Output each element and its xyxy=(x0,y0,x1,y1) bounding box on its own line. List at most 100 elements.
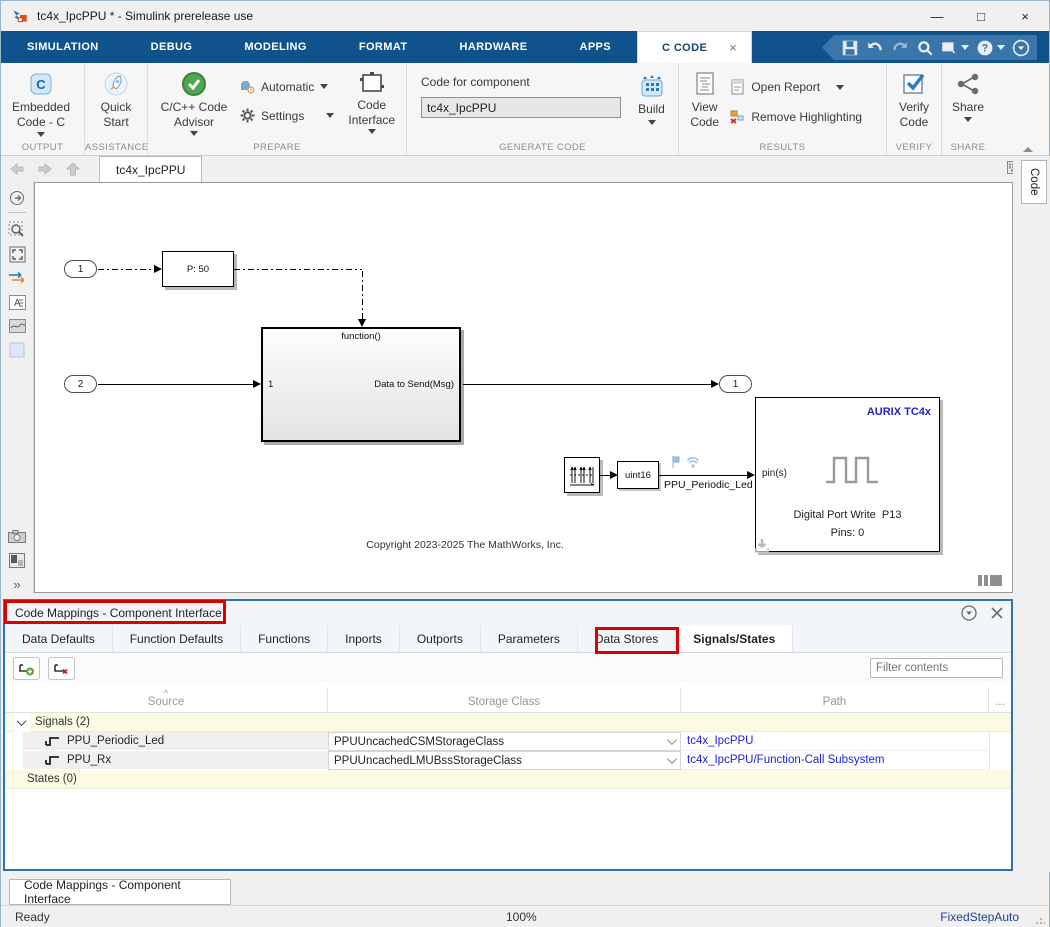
signal-name-label[interactable]: PPU_Periodic_Led xyxy=(664,479,753,491)
inport-2-block[interactable]: 2 xyxy=(64,375,97,393)
tab-debug[interactable]: DEBUG xyxy=(125,31,219,63)
code-mappings-dock-tab[interactable]: Code Mappings - Component Interface xyxy=(9,879,231,905)
source-cell[interactable]: PPU_Periodic_Led xyxy=(23,732,328,751)
toolstrip-collapse-icon[interactable] xyxy=(1012,39,1030,57)
area-icon[interactable] xyxy=(7,340,27,360)
component-name-field[interactable] xyxy=(421,97,621,118)
wire-arrowhead xyxy=(747,471,755,479)
tab-data-stores[interactable]: Data Stores xyxy=(578,625,676,652)
model-breadcrumb-tab[interactable]: tc4x_IpcPPU xyxy=(99,156,202,182)
states-group-row[interactable]: States (0) xyxy=(5,770,1011,789)
search-icon[interactable] xyxy=(916,39,934,57)
viewmarks-dropdown[interactable] xyxy=(940,39,969,57)
right-dock-strip: Code xyxy=(1013,156,1050,872)
embedded-code-button[interactable]: C Embedded Code - C xyxy=(5,67,77,139)
collapse-chevron-icon[interactable] xyxy=(12,713,30,732)
code-interface-label: Code Interface xyxy=(348,98,395,128)
forward-icon[interactable] xyxy=(33,159,57,179)
tab-modeling[interactable]: MODELING xyxy=(218,31,332,63)
tab-c-code[interactable]: C CODE × xyxy=(637,31,752,63)
open-report-dropdown[interactable]: Open Report xyxy=(726,77,882,97)
remove-highlighting-button[interactable]: Remove Highlighting xyxy=(726,107,882,126)
code-interface-button[interactable]: Code Interface xyxy=(341,67,402,139)
hide-browser-icon[interactable] xyxy=(7,188,27,208)
function-call-subsystem-block[interactable]: function() 1 Data to Send(Msg) xyxy=(261,327,461,442)
outport-1-block[interactable]: 1 xyxy=(719,375,752,393)
wire xyxy=(98,384,253,385)
share-label: Share xyxy=(952,100,984,115)
zoom-level: 100% xyxy=(506,910,537,924)
column-header-storage-class[interactable]: Storage Class xyxy=(328,687,681,712)
tab-inports[interactable]: Inports xyxy=(328,625,400,652)
filter-contents-input[interactable] xyxy=(870,658,1003,678)
pins-port-label: pin(s) xyxy=(762,468,787,479)
resize-grip[interactable] xyxy=(1035,915,1045,925)
solver-label[interactable]: FixedStepAuto xyxy=(940,910,1019,924)
zoom-region-icon[interactable] xyxy=(7,220,27,240)
datatype-conversion-block[interactable]: uint16 xyxy=(617,461,659,489)
view-code-button[interactable]: View Code xyxy=(683,67,726,139)
code-perspective-tab[interactable]: Code xyxy=(1021,160,1047,204)
tab-parameters[interactable]: Parameters xyxy=(481,625,578,652)
pulse-generator-block[interactable] xyxy=(564,457,600,493)
share-button[interactable]: Share xyxy=(946,67,990,139)
tab-format[interactable]: FORMAT xyxy=(333,31,434,63)
dropdown-caret-icon xyxy=(326,113,334,118)
grid-header-row: ^ Source Storage Class Path ... xyxy=(5,687,1011,713)
palette-more-icon[interactable]: » xyxy=(7,574,27,594)
maximize-button[interactable]: □ xyxy=(959,1,1003,31)
redo-icon[interactable] xyxy=(891,39,909,57)
screenshot-icon[interactable] xyxy=(7,526,27,546)
up-to-parent-icon[interactable] xyxy=(61,159,85,179)
column-header-path[interactable]: Path xyxy=(681,687,989,712)
annotation-icon[interactable]: A xyxy=(7,292,27,312)
storage-class-dropdown[interactable]: PPUUncachedLMUBssStorageClass xyxy=(328,751,681,770)
viewmark-icon[interactable] xyxy=(7,550,27,570)
quick-start-button[interactable]: Quick Start xyxy=(89,67,143,139)
image-annotation-icon[interactable] xyxy=(7,316,27,336)
signal-routing-icon[interactable] xyxy=(7,268,27,288)
row-menu-cell[interactable] xyxy=(989,732,1011,751)
tab-outports[interactable]: Outports xyxy=(400,625,481,652)
embedded-code-c-icon: C xyxy=(28,71,54,97)
source-cell[interactable]: PPU_Rx xyxy=(23,751,328,770)
tab-hardware[interactable]: HARDWARE xyxy=(433,31,553,63)
storage-class-dropdown[interactable]: PPUUncachedCSMStorageClass xyxy=(328,732,681,751)
verify-code-button[interactable]: Verify Code xyxy=(891,67,937,139)
help-dropdown[interactable]: ? xyxy=(976,39,1005,57)
row-menu-cell[interactable] xyxy=(989,751,1011,770)
tab-functions[interactable]: Functions xyxy=(241,625,328,652)
build-button[interactable]: Build xyxy=(629,67,674,139)
block-name-label: Digital Port Write P13 xyxy=(756,509,939,521)
settings-dropdown[interactable]: Settings xyxy=(236,106,341,125)
panel-minimize-icon[interactable] xyxy=(961,605,977,621)
tab-function-defaults[interactable]: Function Defaults xyxy=(113,625,241,652)
minimize-button[interactable]: — xyxy=(915,1,959,31)
back-icon[interactable] xyxy=(5,159,29,179)
add-signal-button[interactable] xyxy=(13,657,40,680)
param-block[interactable]: P: 50 xyxy=(162,251,234,287)
path-link[interactable]: tc4x_IpcPPU xyxy=(681,732,989,751)
save-icon[interactable] xyxy=(841,39,859,57)
column-header-source[interactable]: ^ Source xyxy=(5,687,328,712)
signals-group-row[interactable]: Signals (2) xyxy=(5,713,1011,732)
wire-arrowhead xyxy=(253,380,261,388)
column-header-menu[interactable]: ... xyxy=(989,687,1011,712)
remove-signal-button[interactable] xyxy=(48,657,75,680)
code-advisor-button[interactable]: C/C++ Code Advisor xyxy=(152,67,236,139)
automatic-build-dropdown[interactable]: Automatic xyxy=(236,77,341,96)
close-button[interactable]: × xyxy=(1003,1,1047,31)
tab-data-defaults[interactable]: Data Defaults xyxy=(5,625,113,652)
tab-simulation[interactable]: SIMULATION xyxy=(1,31,125,63)
tab-close-icon[interactable]: × xyxy=(729,40,737,55)
tab-apps[interactable]: APPS xyxy=(553,31,637,63)
inport-1-block[interactable]: 1 xyxy=(64,260,97,278)
undo-icon[interactable] xyxy=(866,39,884,57)
ribbon-section-share: Share SHARE xyxy=(942,63,994,155)
panel-close-icon[interactable] xyxy=(991,607,1003,619)
digital-port-write-block[interactable]: AURIX TC4x pin(s) Digital Port Write P13… xyxy=(755,397,940,552)
tab-signals-states[interactable]: Signals/States xyxy=(676,625,793,652)
path-link[interactable]: tc4x_IpcPPU/Function-Call Subsystem xyxy=(681,751,989,770)
quick-access-toolbar: ? xyxy=(822,35,1037,60)
fit-to-view-icon[interactable] xyxy=(7,244,27,264)
